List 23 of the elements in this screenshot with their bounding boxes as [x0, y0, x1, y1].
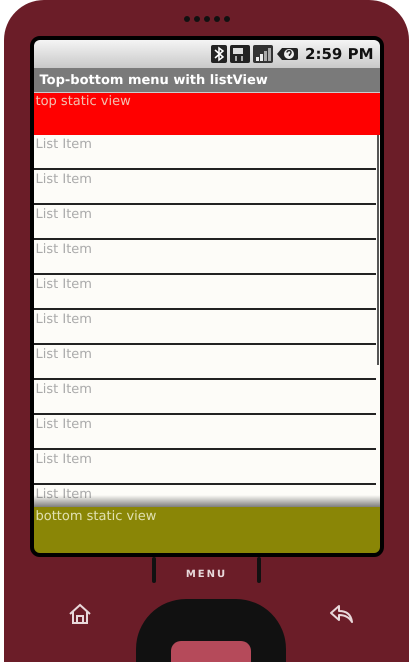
list-item[interactable]: List Item: [34, 275, 376, 310]
list-item[interactable]: List Item: [34, 310, 376, 345]
back-icon: [329, 603, 355, 625]
top-view-label: top static view: [36, 94, 131, 109]
list-item[interactable]: List Item: [34, 240, 376, 275]
list-item[interactable]: List Item: [34, 170, 376, 205]
speaker-grille: [184, 16, 230, 22]
list-item[interactable]: List Item: [34, 450, 376, 485]
signal-icon: [253, 45, 274, 63]
bluetooth-icon: [211, 45, 228, 63]
list-item[interactable]: List Item: [34, 345, 376, 380]
list-item[interactable]: List Item: [34, 135, 376, 170]
battery-unknown-icon: [276, 45, 298, 63]
app-title: Top-bottom menu with listView: [40, 72, 268, 88]
trackball[interactable]: [136, 599, 286, 662]
status-time: 2:59 PM: [305, 45, 374, 63]
list-item[interactable]: List Item: [34, 205, 376, 240]
menu-key[interactable]: MENU: [186, 569, 228, 580]
bottom-view-label: bottom static view: [36, 509, 156, 524]
list-item[interactable]: List Item: [34, 380, 376, 415]
home-icon: [68, 603, 92, 625]
network-icon: [230, 45, 250, 63]
list-item[interactable]: List Item: [34, 415, 376, 450]
